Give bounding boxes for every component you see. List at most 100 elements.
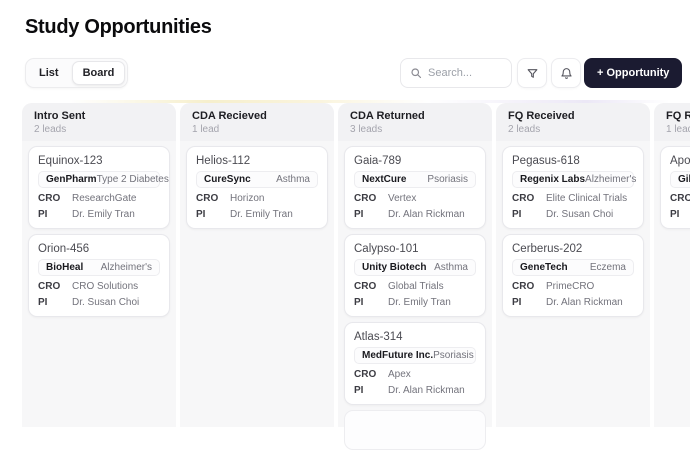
cro-value: PrimeCRO [546, 281, 595, 292]
opportunity-card[interactable]: Cerberus-202 GeneTech Eczema CRO PrimeCR… [502, 234, 644, 317]
card-sponsor: Gilizen [678, 174, 690, 185]
pi-label: PI [512, 209, 522, 220]
card-sponsor: CureSync [204, 174, 251, 185]
opportunity-card[interactable]: Helios-112 CureSync Asthma CRO Horizon P… [186, 146, 328, 229]
opportunity-card[interactable]: Gaia-789 NextCure Psoriasis CRO Vertex P… [344, 146, 486, 229]
pi-value: Dr. Susan Choi [546, 209, 614, 220]
column-lead-count: 2 leads [34, 124, 67, 135]
opportunity-card[interactable]: Equinox-123 GenPharm Type 2 Diabetes CRO… [28, 146, 170, 229]
board-column: CDA Recieved 1 lead Helios-112 CureSync … [180, 103, 334, 427]
cro-row: CRO Horizon [196, 193, 318, 204]
kanban-board: Intro Sent 2 leads Equinox-123 GenPharm … [22, 103, 690, 450]
card-indication: Alzheimer's [100, 262, 152, 273]
opportunity-card[interactable]: Pegasus-618 Regenix Labs Alzheimer's CRO… [502, 146, 644, 229]
card-indication: Psoriasis [433, 350, 474, 361]
card-sponsor: GeneTech [520, 262, 568, 273]
cro-row: CRO Vertex [354, 193, 476, 204]
funnel-icon [526, 67, 539, 80]
pi-value: Dr. Emily Tran [72, 209, 135, 220]
pi-value: Dr. Alan Rickman [388, 385, 465, 396]
pi-value: Dr. Emily Tran [230, 209, 293, 220]
cro-row: CRO PrimeCRO [512, 281, 634, 292]
column-lead-count: 1 lead [192, 124, 220, 135]
card-sponsor: MedFuture Inc. [362, 350, 434, 361]
pi-label: PI [38, 209, 48, 220]
cro-value: CRO Solutions [72, 281, 139, 292]
card-title: Apollo [670, 155, 690, 167]
card-title: Gaia-789 [354, 155, 402, 167]
column-header: FQ Received 2 leads [496, 103, 650, 141]
column-cards: Gaia-789 NextCure Psoriasis CRO Vertex P… [338, 141, 492, 455]
opportunity-card[interactable]: Atlas-314 MedFuture Inc. Psoriasis CRO A… [344, 322, 486, 405]
pi-value: Dr. Alan Rickman [546, 297, 623, 308]
pi-row: PI Dr. Emily Tran [38, 209, 160, 220]
notifications-button[interactable] [551, 58, 581, 88]
opportunity-card[interactable]: Orion-456 BioHeal Alzheimer's CRO CRO So… [28, 234, 170, 317]
card-sponsor: NextCure [362, 174, 407, 185]
card-title: Helios-112 [196, 155, 251, 167]
card-sponsor-indication-bar: GeneTech Eczema [512, 259, 634, 276]
cro-label: CRO [38, 193, 61, 204]
cro-row: CRO Elite Clinical Trials [512, 193, 634, 204]
cro-value: ResearchGate [72, 193, 137, 204]
tab-list[interactable]: List [28, 61, 70, 85]
card-sponsor-indication-bar: NextCure Psoriasis [354, 171, 476, 188]
pi-label: PI [512, 297, 522, 308]
column-header: CDA Recieved 1 lead [180, 103, 334, 141]
pi-label: PI [38, 297, 48, 308]
opportunity-card[interactable]: Apollo Gilizen CRO PI [660, 146, 690, 229]
column-title: CDA Recieved [192, 110, 267, 122]
column-lead-count: 2 leads [508, 124, 541, 135]
card-sponsor-indication-bar: Regenix Labs Alzheimer's [512, 171, 636, 188]
card-sponsor-indication-bar: BioHeal Alzheimer's [38, 259, 160, 276]
card-indication: Asthma [434, 262, 468, 273]
pi-row: PI Dr. Alan Rickman [354, 209, 476, 220]
column-cards: Equinox-123 GenPharm Type 2 Diabetes CRO… [22, 141, 176, 322]
column-cards: Apollo Gilizen CRO PI [654, 141, 690, 234]
board-column: FQ Received 2 leads Pegasus-618 Regenix … [496, 103, 650, 427]
card-sponsor-indication-bar: Gilizen [670, 171, 690, 188]
add-opportunity-button[interactable]: + Opportunity [584, 58, 683, 88]
card-indication: Eczema [589, 262, 626, 273]
pi-row: PI Dr. Emily Tran [354, 297, 476, 308]
card-sponsor: Regenix Labs [520, 174, 586, 185]
column-cards: Pegasus-618 Regenix Labs Alzheimer's CRO… [496, 141, 650, 322]
board-column: FQ Returned 1 lead Apollo Gilizen CRO PI [654, 103, 690, 427]
cro-label: CRO [38, 281, 61, 292]
card-title: Calypso-101 [354, 243, 419, 255]
card-title: Atlas-314 [354, 331, 403, 343]
opportunity-card[interactable]: Calypso-101 Unity Biotech Asthma CRO Glo… [344, 234, 486, 317]
view-toggle: List Board [25, 58, 129, 88]
card-title: Equinox-123 [38, 155, 103, 167]
cro-label: CRO [512, 193, 535, 204]
cro-label: CRO [354, 193, 377, 204]
filter-button[interactable] [517, 58, 547, 88]
cro-row: CRO [670, 193, 690, 204]
pi-label: PI [196, 209, 206, 220]
card-indication: Asthma [276, 174, 310, 185]
column-cards: Helios-112 CureSync Asthma CRO Horizon P… [180, 141, 334, 234]
column-title: FQ Returned [666, 110, 690, 122]
bell-icon [560, 67, 573, 80]
pi-value: Dr. Emily Tran [388, 297, 451, 308]
cro-label: CRO [670, 193, 690, 204]
tab-board[interactable]: Board [71, 61, 126, 85]
cro-label: CRO [354, 369, 377, 380]
card-sponsor-indication-bar: GenPharm Type 2 Diabetes [38, 171, 169, 188]
pi-row: PI Dr. Susan Choi [38, 297, 160, 308]
pi-row: PI Dr. Emily Tran [196, 209, 318, 220]
board-column: Intro Sent 2 leads Equinox-123 GenPharm … [22, 103, 176, 427]
card-sponsor-indication-bar: CureSync Asthma [196, 171, 318, 188]
magnifier-icon [410, 67, 422, 79]
board-column: CDA Returned 3 leads Gaia-789 NextCure P… [338, 103, 492, 450]
cro-value: Vertex [388, 193, 417, 204]
search-input[interactable] [428, 67, 502, 79]
card-sponsor: Unity Biotech [362, 262, 427, 273]
cro-value: Horizon [230, 193, 265, 204]
card-indication: Psoriasis [427, 174, 468, 185]
cro-row: CRO Apex [354, 369, 476, 380]
pi-row: PI [670, 209, 690, 220]
card-title: Cerberus-202 [512, 243, 583, 255]
search-box[interactable] [400, 58, 512, 88]
card-title: Orion-456 [38, 243, 90, 255]
